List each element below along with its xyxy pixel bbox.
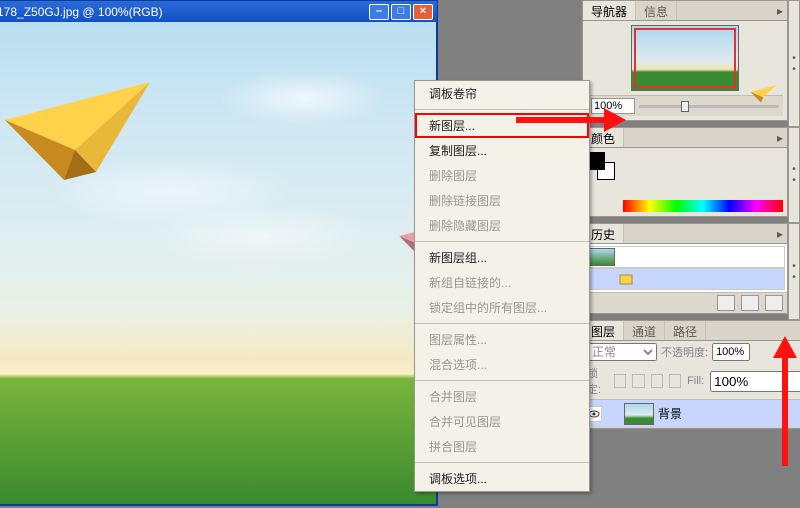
tab-info[interactable]: 信息 (636, 1, 677, 20)
color-swatches[interactable] (587, 152, 615, 180)
navigator-zoom-slider[interactable] (639, 105, 779, 108)
layer-name: 背景 (658, 405, 682, 422)
menu-palette-options[interactable]: 调板选项... (415, 466, 589, 491)
color-ramp[interactable] (623, 200, 783, 212)
minimize-button[interactable]: – (369, 4, 389, 20)
document-title-text: 178_Z50GJ.jpg @ 100%(RGB) (0, 5, 369, 19)
menu-merge-layer[interactable]: 合并图层 (415, 384, 589, 409)
paper-plane-icon (750, 83, 779, 105)
menu-new-group-from-linked[interactable]: 新组自链接的... (415, 270, 589, 295)
history-state-row[interactable] (585, 268, 785, 290)
document-window: 178_Z50GJ.jpg @ 100%(RGB) – □ × (0, 0, 438, 506)
history-panel: 历史 ▸ (582, 223, 788, 314)
menu-merge-visible[interactable]: 合并可见图层 (415, 409, 589, 434)
navigator-thumbnail[interactable] (631, 25, 739, 91)
open-file-icon (619, 272, 633, 286)
menu-duplicate-layer[interactable]: 复制图层... (415, 138, 589, 163)
menu-flatten-layers[interactable]: 拼合图层 (415, 434, 589, 459)
history-thumb (589, 248, 615, 266)
menu-blending-options[interactable]: 混合选项... (415, 352, 589, 377)
close-button[interactable]: × (413, 4, 433, 20)
blend-mode-select[interactable]: 正常 (587, 343, 657, 361)
tab-channels[interactable]: 通道 (624, 321, 665, 340)
document-titlebar[interactable]: 178_Z50GJ.jpg @ 100%(RGB) – □ × (0, 0, 438, 22)
opacity-input[interactable] (712, 343, 750, 361)
navigator-zoom-input[interactable] (591, 98, 635, 114)
color-panel: 颜色 ▸ (582, 127, 788, 217)
lock-pixels-icon[interactable] (632, 374, 644, 388)
history-new-snapshot-button[interactable] (717, 295, 735, 311)
fill-label: Fill: (687, 375, 704, 387)
document-canvas[interactable] (0, 22, 438, 506)
history-state-row[interactable] (585, 246, 785, 268)
opacity-label: 不透明度: (661, 344, 708, 360)
history-new-doc-button[interactable] (741, 295, 759, 311)
layer-row-background[interactable]: 背景 (583, 400, 800, 428)
history-menu-icon[interactable]: ▸ (773, 224, 787, 243)
layers-panel: 图层 通道 路径 ▸ 正常 不透明度: 锁定: Fill: (582, 320, 800, 429)
tab-navigator[interactable]: 导航器 (583, 1, 636, 20)
lock-all-icon[interactable] (669, 374, 681, 388)
lock-transparency-icon[interactable] (614, 374, 626, 388)
menu-lock-all-in-group[interactable]: 锁定组中的所有图层... (415, 295, 589, 320)
maximize-button[interactable]: □ (391, 4, 411, 20)
panel-collapse-handle[interactable]: •• (788, 127, 800, 223)
layer-thumbnail (624, 403, 654, 425)
menu-new-layer-group[interactable]: 新图层组... (415, 245, 589, 270)
paper-plane-yellow (0, 72, 160, 192)
menu-delete-linked-layers[interactable]: 删除链接图层 (415, 188, 589, 213)
panel-collapse-handle[interactable]: •• (788, 223, 800, 320)
history-delete-button[interactable] (765, 295, 783, 311)
menu-delete-hidden-layers[interactable]: 删除隐藏图层 (415, 213, 589, 238)
panel-collapse-handle[interactable]: •• (788, 0, 800, 127)
menu-layer-properties[interactable]: 图层属性... (415, 327, 589, 352)
navigator-panel: 导航器 信息 ▸ (582, 0, 788, 121)
lock-position-icon[interactable] (651, 374, 663, 388)
color-sliders[interactable] (623, 152, 783, 212)
menu-palette-shade[interactable]: 调板卷帘 (415, 81, 589, 106)
menu-new-layer[interactable]: 新图层... (415, 113, 589, 138)
tab-paths[interactable]: 路径 (665, 321, 706, 340)
panel-dock: 导航器 信息 ▸ •• 颜色 (582, 0, 800, 508)
fill-input[interactable] (710, 371, 800, 392)
menu-delete-layer[interactable]: 删除图层 (415, 163, 589, 188)
color-menu-icon[interactable]: ▸ (773, 128, 787, 147)
layers-flyout-menu: 调板卷帘 新图层... 复制图层... 删除图层 删除链接图层 删除隐藏图层 新… (414, 80, 590, 492)
lock-label: 锁定: (587, 365, 608, 397)
navigator-menu-icon[interactable]: ▸ (773, 1, 787, 20)
